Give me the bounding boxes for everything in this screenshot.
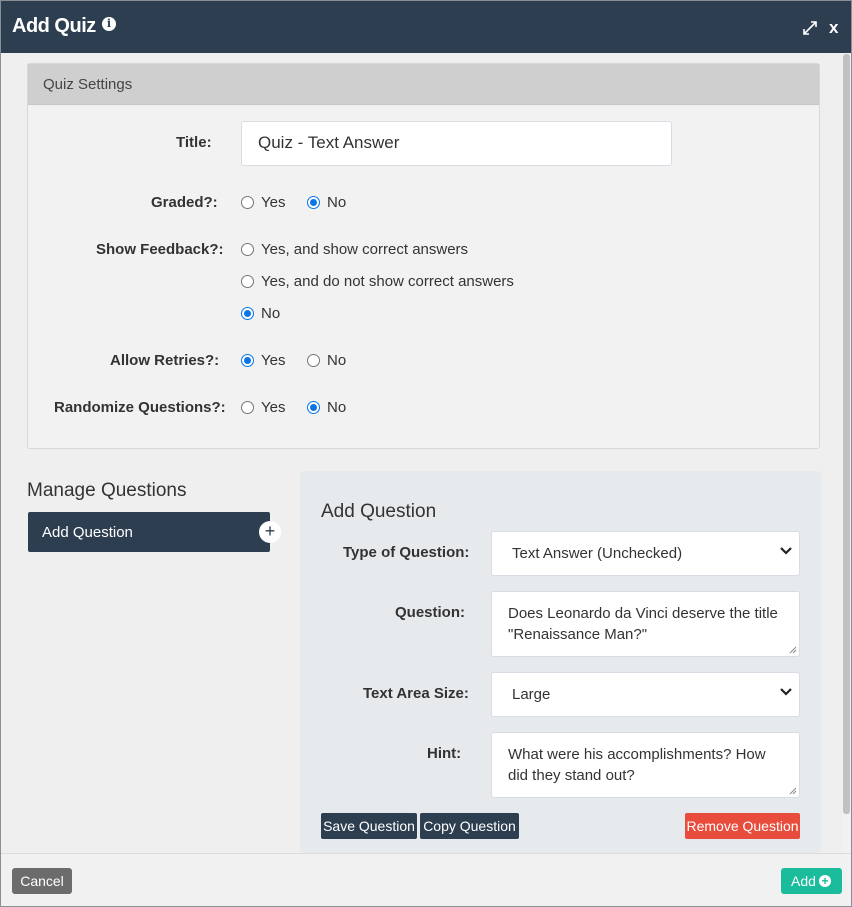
- info-icon[interactable]: i: [102, 17, 116, 31]
- add-quiz-modal: Add Quiz i x Quiz Settings Title: Quiz -…: [0, 0, 852, 907]
- add-question-button[interactable]: Add Question +: [28, 512, 281, 552]
- hint-textarea-value: What were his accomplishments? How did t…: [508, 746, 766, 784]
- feedback-show-correct-radio[interactable]: [241, 243, 254, 256]
- text-area-size-select[interactable]: Large: [491, 672, 800, 717]
- resize-grip-icon[interactable]: [789, 787, 797, 795]
- resize-grip-icon[interactable]: [789, 646, 797, 654]
- quiz-settings-header: Quiz Settings: [28, 64, 819, 105]
- text-area-size-value: Large: [512, 686, 551, 703]
- retries-no-radio[interactable]: [307, 354, 320, 367]
- show-feedback-label: Show Feedback?:: [96, 241, 224, 258]
- chevron-down-icon: [780, 688, 792, 696]
- retries-no-label: No: [327, 352, 347, 369]
- scrollbar-thumb[interactable]: [843, 54, 850, 814]
- randomize-label: Randomize Questions?:: [54, 399, 226, 416]
- add-button[interactable]: Add +: [781, 868, 842, 894]
- question-type-label: Type of Question:: [343, 544, 470, 561]
- add-question-heading: Add Question: [321, 501, 437, 522]
- add-question-label: Add Question: [42, 524, 133, 541]
- add-button-label: Add: [791, 873, 816, 889]
- title-input[interactable]: Quiz - Text Answer: [241, 121, 672, 166]
- modal-footer: Cancel Add +: [1, 853, 851, 906]
- question-textarea[interactable]: Does Leonardo da Vinci deserve the title…: [491, 591, 800, 657]
- question-textarea-value: Does Leonardo da Vinci deserve the title…: [508, 605, 778, 643]
- hint-textarea[interactable]: What were his accomplishments? How did t…: [491, 732, 800, 798]
- manage-questions-title: Manage Questions: [27, 480, 187, 501]
- question-type-value: Text Answer (Unchecked): [512, 545, 683, 562]
- close-button[interactable]: x: [829, 18, 838, 38]
- randomize-no-label: No: [327, 399, 347, 416]
- question-text-label: Question:: [395, 604, 465, 621]
- scrollbar[interactable]: [842, 53, 851, 853]
- modal-title: Add Quiz: [12, 15, 96, 37]
- retries-yes-label: Yes: [261, 352, 286, 369]
- expand-icon[interactable]: [802, 20, 818, 36]
- feedback-show-correct-label: Yes, and show correct answers: [261, 241, 469, 258]
- retries-yes-radio[interactable]: [241, 354, 254, 367]
- randomize-no-radio[interactable]: [307, 401, 320, 414]
- graded-no-radio[interactable]: [307, 196, 320, 209]
- feedback-hide-correct-radio[interactable]: [241, 275, 254, 288]
- save-question-button[interactable]: Save Question: [321, 813, 417, 839]
- allow-retries-label: Allow Retries?:: [110, 352, 220, 369]
- feedback-hide-correct-label: Yes, and do not show correct answers: [261, 273, 514, 290]
- chevron-down-icon: [780, 547, 792, 555]
- randomize-yes-radio[interactable]: [241, 401, 254, 414]
- graded-yes-radio[interactable]: [241, 196, 254, 209]
- graded-no-label: No: [327, 194, 347, 211]
- feedback-no-label: No: [261, 305, 281, 322]
- hint-label: Hint:: [427, 745, 462, 762]
- cancel-button[interactable]: Cancel: [12, 868, 72, 894]
- text-area-size-label: Text Area Size:: [363, 685, 469, 702]
- question-type-select[interactable]: Text Answer (Unchecked): [491, 531, 800, 576]
- plus-circle-icon: +: [819, 875, 831, 887]
- modal-titlebar: Add Quiz i x: [1, 1, 851, 53]
- remove-question-button[interactable]: Remove Question: [685, 813, 800, 839]
- plus-icon: +: [259, 521, 281, 543]
- randomize-yes-label: Yes: [261, 399, 286, 416]
- title-input-value: Quiz - Text Answer: [258, 133, 400, 152]
- graded-label: Graded?:: [151, 194, 218, 211]
- feedback-no-radio[interactable]: [241, 307, 254, 320]
- title-label: Title:: [176, 134, 212, 151]
- quiz-settings-title: Quiz Settings: [43, 76, 133, 93]
- graded-yes-label: Yes: [261, 194, 286, 211]
- copy-question-button[interactable]: Copy Question: [420, 813, 519, 839]
